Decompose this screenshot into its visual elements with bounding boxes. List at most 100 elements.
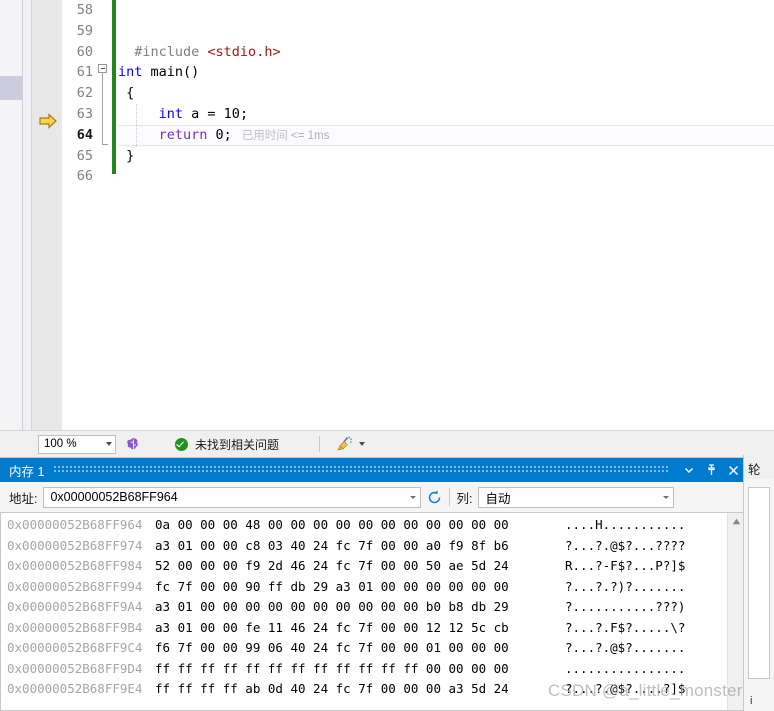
memory-row-ascii[interactable]: ?...?.F$?.....\? xyxy=(565,618,685,639)
chevron-down-icon xyxy=(106,442,112,446)
memory-row-address: 0x00000052B68FF9D4 xyxy=(7,660,143,676)
code-line[interactable] xyxy=(118,166,774,187)
code-editor-region: 58 59 60 61 62 63 64 65 66 #include <std… xyxy=(0,0,774,430)
columns-label: 列: xyxy=(456,491,473,506)
window-close-button[interactable] xyxy=(722,458,744,482)
reevaluate-refresh-button[interactable] xyxy=(421,489,447,506)
editor-outlining-column[interactable] xyxy=(96,0,112,430)
elapsed-time-hint-label: 已用时间 xyxy=(241,129,288,142)
pin-icon xyxy=(707,464,715,475)
editor-status-bar: 100 % 未找到相关问题 xyxy=(0,430,774,457)
memory-row-ascii[interactable]: ?...........???) xyxy=(565,597,685,618)
memory-row-hex[interactable]: a3 01 00 00 00 00 00 00 00 00 00 00 b0 b… xyxy=(155,597,565,618)
memory-row-ascii[interactable]: ?...?.@$?...???? xyxy=(565,536,685,557)
columns-combobox[interactable]: 自动 xyxy=(478,486,675,508)
address-combobox[interactable]: 0x00000052B68FF964 xyxy=(43,486,422,508)
memory-row-ascii[interactable]: ?...?.?)?....... xyxy=(565,577,685,598)
code-line[interactable]: int main() xyxy=(118,62,774,83)
code-token: main() xyxy=(142,64,200,81)
line-number-current: 64 xyxy=(76,126,93,143)
memory-row-hex[interactable]: fc 7f 00 00 90 ff db 29 a3 01 00 00 00 0… xyxy=(155,577,565,598)
memory-row[interactable]: 0x00000052B68FF9D4 ff ff ff ff ff ff ff f… xyxy=(1,659,727,680)
memory-row[interactable]: 0x00000052B68FF974 a3 01 00 00 c8 03 40 2… xyxy=(1,536,727,557)
memory-row-hex[interactable]: 0a 00 00 00 48 00 00 00 00 00 00 00 00 0… xyxy=(155,515,565,536)
visual-studio-debug-window: 58 59 60 61 62 63 64 65 66 #include <std… xyxy=(0,0,774,711)
code-token: int xyxy=(158,105,184,122)
adjacent-docked-panel[interactable]: 轮 i xyxy=(743,455,774,711)
memory-row-hex[interactable]: f6 7f 00 00 99 06 40 24 fc 7f 00 00 01 0… xyxy=(155,638,565,659)
memory-row-hex[interactable]: 52 00 00 00 f9 2d 46 24 fc 7f 00 00 50 a… xyxy=(155,556,565,577)
code-line[interactable] xyxy=(118,0,774,21)
memory-row-ascii[interactable]: ................ xyxy=(565,659,685,680)
chevron-down-icon xyxy=(410,495,417,499)
memory-row-address: 0x00000052B68FF974 xyxy=(7,537,143,553)
line-number: 62 xyxy=(76,85,93,102)
zoom-level-combobox[interactable]: 100 % xyxy=(38,434,116,454)
code-line[interactable]: } xyxy=(118,146,774,167)
outlining-end-tick xyxy=(102,144,108,145)
code-token: <stdio.h> xyxy=(207,43,281,60)
status-bar-separator xyxy=(319,436,321,452)
memory-row[interactable]: 0x00000052B68FF984 52 00 00 00 f9 2d 46 2… xyxy=(1,556,727,577)
code-token: return xyxy=(158,126,208,143)
intellicode-brain-icon[interactable] xyxy=(124,436,141,453)
scrollbar-up-button[interactable] xyxy=(728,513,744,530)
code-analysis-status-text: 未找到相关问题 xyxy=(195,437,280,452)
memory-row-hex[interactable]: ff ff ff ff ff ff ff ff ff ff ff ff 00 0… xyxy=(155,659,565,680)
memory-row[interactable]: 0x00000052B68FF994 fc 7f 00 00 90 ff db 2… xyxy=(1,577,727,598)
memory-row[interactable]: 0x00000052B68FF9A4 a3 01 00 00 00 00 00 0… xyxy=(1,597,727,618)
memory-row[interactable]: 0x00000052B68FF9E4 ff ff ff ff ab 0d 40 2… xyxy=(1,679,727,700)
code-analysis-status[interactable]: 未找到相关问题 xyxy=(175,436,279,453)
collapse-region-icon[interactable] xyxy=(98,64,107,73)
execution-pointer-arrow xyxy=(39,113,57,129)
memory-row-ascii[interactable]: ....H........... xyxy=(565,515,685,536)
memory-row[interactable]: 0x00000052B68FF9C4 f6 7f 00 00 99 06 40 2… xyxy=(1,638,727,659)
memory-row-hex[interactable]: a3 01 00 00 c8 03 40 24 fc 7f 00 00 a0 f… xyxy=(155,536,565,557)
outlining-vertical-line xyxy=(102,73,103,145)
memory-window-title: 内存 1 xyxy=(9,464,45,479)
indent-guide xyxy=(136,103,138,125)
line-number: 65 xyxy=(76,147,93,164)
memory-row-ascii[interactable]: R...?-F$?...P?]$ xyxy=(565,556,685,577)
window-pin-button[interactable] xyxy=(700,458,722,482)
window-dropdown-button[interactable] xyxy=(678,458,700,482)
code-line[interactable] xyxy=(118,21,774,42)
memory-row-ascii[interactable]: ?...?.@$?....?]$ xyxy=(565,679,685,700)
memory-row-ascii[interactable]: ?...?.@$?....... xyxy=(565,638,685,659)
memory-row-hex[interactable]: a3 01 00 00 fe 11 46 24 fc 7f 00 00 12 1… xyxy=(155,618,565,639)
memory-row[interactable]: 0x00000052B68FF9B4 a3 01 00 00 fe 11 46 2… xyxy=(1,618,727,639)
code-line[interactable]: { xyxy=(118,83,774,104)
memory-row-address: 0x00000052B68FF984 xyxy=(7,558,143,573)
memory-hex-grid[interactable]: 0x00000052B68FF964 0a 00 00 00 48 00 00 0… xyxy=(1,513,727,710)
memory-content-area[interactable]: 0x00000052B68FF964 0a 00 00 00 48 00 00 0… xyxy=(0,512,744,711)
columns-value: 自动 xyxy=(485,491,511,506)
memory-row-address: 0x00000052B68FF994 xyxy=(7,578,143,594)
memory-row[interactable]: 0x00000052B68FF964 0a 00 00 00 48 00 00 0… xyxy=(1,515,727,536)
code-line-current[interactable]: return 0; 已用时间 <= 1ms xyxy=(118,124,774,147)
memory-row-address: 0x00000052B68FF9E4 xyxy=(7,681,143,696)
broom-icon xyxy=(337,436,353,451)
tool-tab-rail-secondary xyxy=(23,0,32,430)
chevron-down-icon xyxy=(663,495,670,499)
code-line[interactable]: int a = 10; xyxy=(118,103,774,125)
tool-tab-rail-active-block[interactable] xyxy=(0,76,22,100)
memory-row-hex[interactable]: ff ff ff ff ab 0d 40 24 fc 7f 00 00 00 a… xyxy=(155,679,565,700)
adjacent-panel-content[interactable] xyxy=(748,487,770,679)
chevron-down-icon[interactable] xyxy=(359,442,366,446)
memory-row-address: 0x00000052B68FF9C4 xyxy=(7,640,143,655)
tool-tab-rail[interactable] xyxy=(0,0,23,430)
line-number: 60 xyxy=(76,43,93,60)
editor-code-surface[interactable]: #include <stdio.h> int main() { int a = 1… xyxy=(116,0,774,430)
memory-window-titlebar[interactable]: 内存 1 xyxy=(0,458,744,482)
memory-vertical-scrollbar[interactable] xyxy=(727,513,744,710)
code-token: a = xyxy=(183,105,224,122)
adjacent-panel-title: 轮 xyxy=(744,455,774,479)
code-cleanup-control[interactable] xyxy=(336,436,366,452)
editor-indicator-margin[interactable] xyxy=(32,0,62,430)
editor-line-number-gutter: 58 59 60 61 62 63 64 65 66 xyxy=(62,0,96,430)
elapsed-time-hint-value: <= 1ms xyxy=(287,129,330,142)
zoom-level-value: 100 % xyxy=(44,438,77,450)
memory-row-address: 0x00000052B68FF9A4 xyxy=(7,599,143,614)
code-line[interactable]: #include <stdio.h> xyxy=(118,42,774,63)
